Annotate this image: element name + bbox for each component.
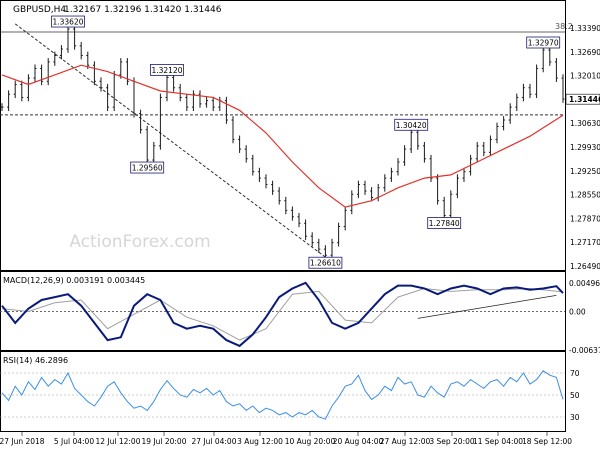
- price-axis-tick: 1.32690: [570, 48, 600, 57]
- moving-average-line: [1, 64, 564, 208]
- price-annotation-label: 1.29560: [132, 164, 163, 173]
- header-ohlc: 1.32167 1.32196 1.31420 1.31446: [64, 5, 222, 15]
- x-axis-tick-label: 27 Aug 12:00: [380, 437, 431, 446]
- x-axis-tick-label: 27 Jul 04:00: [192, 437, 237, 446]
- rsi-panel-frame: [0, 351, 566, 432]
- x-axis-tick-label: 18 Sep 12:00: [522, 437, 572, 446]
- price-axis-tick: 1.33390: [570, 24, 600, 33]
- rsi-axis-tick: 50: [570, 391, 580, 400]
- price-annotation-label: 1.32970: [528, 39, 559, 48]
- price-annotation-label: 1.33620: [52, 18, 83, 27]
- price-annotation-label: 1.32120: [151, 66, 182, 75]
- x-axis-tick-label: 11 Sep 04:00: [473, 437, 523, 446]
- chart-root: ActionForex.com GBPUSD,H4 1.32167 1.3219…: [0, 0, 600, 450]
- current-price-label: 1.31446: [569, 95, 600, 104]
- macd-line: [1, 281, 564, 348]
- macd-layer: [0, 281, 565, 348]
- macd-title: MACD(12,26,9) 0.003191 0.003445: [3, 276, 145, 285]
- price-layer: 1.33620 1.32120 1.29560 1.26610 1.30420 1.278…: [0, 15, 565, 269]
- price-axis-tick: 1.32010: [570, 72, 600, 81]
- price-axis-tick: 1.26490: [570, 262, 600, 271]
- x-axis-tick-label: 10 Aug 20:00: [285, 437, 336, 446]
- macd-axis-tick: 0.00: [569, 307, 586, 316]
- macd-trendline: [417, 294, 557, 319]
- watermark: ActionForex.com: [69, 232, 210, 252]
- macd-signal-line: [1, 287, 564, 341]
- price-panel-frame: [0, 0, 566, 271]
- price-axis-tick: 1.27170: [570, 238, 600, 247]
- price-axis-tick: 1.29930: [570, 143, 600, 152]
- rsi-title: RSI(14) 46.2896: [3, 356, 68, 365]
- x-axis-tick-label: 3 Sep 20:00: [429, 437, 475, 446]
- price-annotation-label: 1.26610: [310, 259, 341, 268]
- rsi-layer: [0, 370, 565, 420]
- rsi-axis-tick: 30: [570, 413, 580, 422]
- header-symbol: GBPUSD,H4: [13, 5, 66, 15]
- macd-axis-tick: 0.004968: [569, 279, 600, 288]
- price-axis-tick: 1.29250: [570, 167, 600, 176]
- price-annotation-label: 1.30420: [396, 121, 427, 130]
- x-axis-tick-label: 12 Jul 12:00: [96, 437, 141, 446]
- x-axis-tick-label: 3 Aug 12:00: [237, 437, 283, 446]
- price-axis-tick: 1.30630: [570, 119, 600, 128]
- x-axis-tick-label: 5 Jul 04:00: [54, 437, 94, 446]
- chart-svg: ActionForex.com GBPUSD,H4 1.32167 1.3219…: [0, 0, 600, 446]
- x-axis-tick-label: 27 Jun 2018: [0, 437, 45, 446]
- x-axis-tick-label: 20 Aug 04:00: [333, 437, 384, 446]
- price-axis-tick: 1.27870: [570, 214, 600, 223]
- rsi-line: [1, 370, 564, 420]
- price-annotation-label: 1.27840: [429, 219, 460, 228]
- x-axis-tick-label: 19 Jul 20:00: [142, 437, 187, 446]
- price-axis-tick: 1.28550: [570, 191, 600, 200]
- macd-axis-tick: -0.006372: [569, 346, 600, 355]
- rsi-axis-tick: 70: [570, 369, 580, 378]
